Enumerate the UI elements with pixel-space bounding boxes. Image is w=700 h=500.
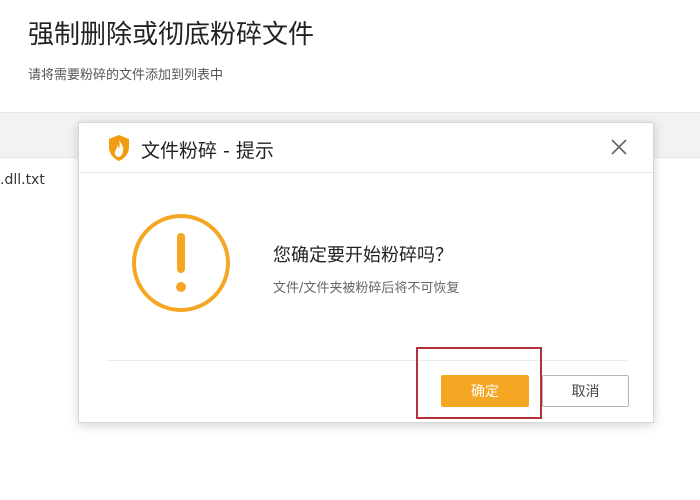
- exclamation-circle-icon: [132, 214, 230, 312]
- page-title: 强制删除或彻底粉碎文件: [28, 20, 315, 50]
- ok-button[interactable]: 确定: [441, 375, 529, 407]
- confirm-dialog: 文件粉碎 - 提示 您确定要开始粉碎吗？ 文件/文件夹被粉碎后将不可恢复 确定 …: [78, 122, 654, 423]
- file-list-item[interactable]: .dll.txt: [0, 172, 45, 188]
- file-shredder-page: 强制删除或彻底粉碎文件 请将需要粉碎的文件添加到列表中 .dll.txt 文件粉…: [0, 0, 700, 500]
- confirm-hint: 文件/文件夹被粉碎后将不可恢复: [273, 281, 460, 296]
- shredder-logo-icon: [109, 135, 129, 161]
- dialog-title: 文件粉碎 - 提示: [141, 140, 274, 162]
- dialog-header: 文件粉碎 - 提示: [79, 123, 653, 173]
- page-subtitle: 请将需要粉碎的文件添加到列表中: [28, 68, 224, 83]
- confirm-question: 您确定要开始粉碎吗？: [273, 245, 453, 266]
- cancel-button[interactable]: 取消: [542, 375, 629, 407]
- dialog-divider: [107, 360, 627, 361]
- close-icon[interactable]: [609, 137, 629, 157]
